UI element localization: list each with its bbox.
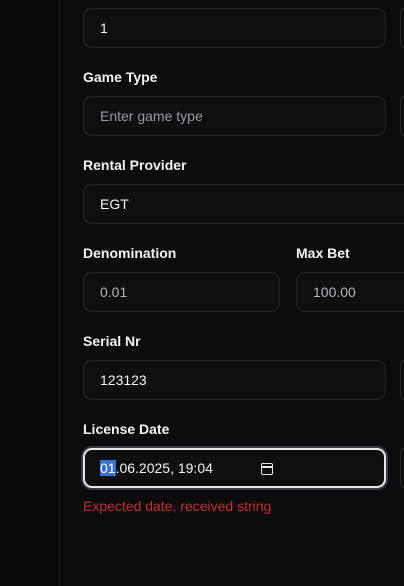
serial-nr-value: 123123 — [100, 372, 147, 388]
game-type-input[interactable]: Enter game type — [83, 96, 386, 136]
license-date-error: Expected date, received string — [83, 498, 272, 514]
serial-nr-label: Serial Nr — [83, 333, 141, 349]
top-number-field[interactable]: 1 — [83, 8, 386, 48]
license-date-input[interactable]: 01.06.2025, 19:04 — [83, 448, 386, 488]
right-column-stub — [400, 360, 404, 400]
main-form: 1 Game Type Enter game type Rental Provi… — [60, 0, 404, 586]
max-bet-label: Max Bet — [296, 245, 350, 261]
rental-provider-label: Rental Provider — [83, 157, 187, 173]
game-type-label: Game Type — [83, 69, 158, 85]
serial-nr-input[interactable]: 123123 — [83, 360, 386, 400]
denomination-input[interactable]: 0.01 — [83, 272, 280, 312]
max-bet-value: 100.00 — [313, 284, 356, 300]
right-column-stub — [400, 448, 404, 488]
license-date-value: .06.2025, 19:04 — [115, 460, 213, 476]
right-column-stub — [400, 96, 404, 136]
game-type-placeholder: Enter game type — [100, 108, 203, 124]
calendar-icon[interactable] — [261, 463, 273, 475]
rental-provider-select[interactable]: EGT — [83, 184, 404, 224]
right-column-stub — [400, 8, 404, 48]
denomination-label: Denomination — [83, 245, 177, 261]
license-date-label: License Date — [83, 421, 170, 437]
max-bet-input[interactable]: 100.00 — [296, 272, 404, 312]
top-number-value: 1 — [100, 20, 108, 36]
license-date-selected-segment: 01 — [100, 460, 116, 476]
rental-provider-value: EGT — [100, 196, 129, 212]
denomination-value: 0.01 — [100, 284, 128, 300]
sidebar — [0, 0, 60, 586]
